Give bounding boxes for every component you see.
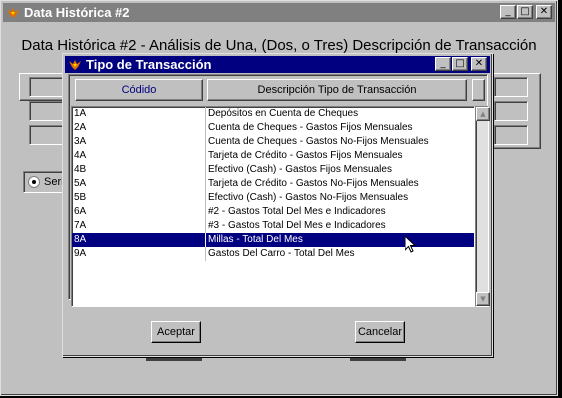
row-code: 7A xyxy=(72,219,206,233)
list-row[interactable]: 5B Efectivo (Cash) - Gastos No-Fijos Mens… xyxy=(72,191,474,205)
list-row[interactable]: 1A Depósitos en Cuenta de Cheques xyxy=(72,107,474,121)
list-row[interactable]: 4A Tarjeta de Crédito - Gastos Fijos Mens… xyxy=(72,149,474,163)
row-description: #3 - Gastos Total Del Mes e Indicadores xyxy=(208,220,386,231)
dialog-titlebar[interactable]: Tipo de Transacción _ □ ✕ xyxy=(65,56,490,73)
maximize-icon: □ xyxy=(520,6,530,17)
row-code: 9A xyxy=(72,247,206,261)
scroll-up-button[interactable]: ▲ xyxy=(476,107,490,121)
column-header-description[interactable]: Descripción Tipo de Transacción xyxy=(207,79,467,101)
background-button-edge xyxy=(146,357,202,361)
row-code: 2A xyxy=(72,121,206,135)
triangle-up-icon: ▲ xyxy=(480,110,486,118)
dialog-close-button[interactable]: ✕ xyxy=(471,57,487,71)
column-header-code[interactable]: Códido xyxy=(75,79,203,101)
bird-logo-icon xyxy=(69,59,81,70)
row-code: 5B xyxy=(72,191,206,205)
minimize-icon: _ xyxy=(505,6,511,17)
row-description: Gastos Del Carro - Total Del Mes xyxy=(208,248,355,259)
bird-logo-icon xyxy=(7,7,19,18)
background-button-edge xyxy=(350,357,406,361)
list-row[interactable]: 3A Cuenta de Cheques - Gastos No-Fijos Me… xyxy=(72,135,474,149)
background-field[interactable] xyxy=(494,101,528,121)
dialog-minimize-button[interactable]: _ xyxy=(435,57,451,71)
row-description: Millas - Total Del Mes xyxy=(208,234,303,245)
row-description: Depósitos en Cuenta de Cheques xyxy=(208,108,359,119)
list-row[interactable]: 6A #2 - Gastos Total Del Mes e Indicadore… xyxy=(72,205,474,219)
row-code: 1A xyxy=(72,107,206,121)
close-icon: ✕ xyxy=(474,58,484,69)
minimize-button[interactable]: _ xyxy=(500,5,516,19)
scroll-down-button[interactable]: ▼ xyxy=(476,292,490,306)
minimize-icon: _ xyxy=(440,58,446,69)
row-description: Tarjeta de Crédito - Gastos No-Fijos Men… xyxy=(208,178,419,189)
column-header-code-label: Códido xyxy=(121,84,157,96)
series-radio-button[interactable] xyxy=(28,176,40,188)
cancel-button[interactable]: Cancelar xyxy=(355,321,405,343)
row-description: Tarjeta de Crédito - Gastos Fijos Mensua… xyxy=(208,150,403,161)
row-description: #2 - Gastos Total Del Mes e Indicadores xyxy=(208,206,386,217)
row-description: Efectivo (Cash) - Gastos Fijos Mensuales xyxy=(208,164,392,175)
column-header-extra[interactable] xyxy=(472,79,485,101)
dialog-maximize-button[interactable]: □ xyxy=(452,57,468,71)
accept-button[interactable]: Aceptar xyxy=(151,321,201,343)
vertical-scrollbar[interactable]: ▲ ▼ xyxy=(475,106,490,307)
list-panel: Códido Descripción Tipo de Transacción 1… xyxy=(68,74,490,307)
row-code: 3A xyxy=(72,135,206,149)
maximize-icon: □ xyxy=(455,58,465,69)
arrow-cursor-icon xyxy=(405,236,417,253)
triangle-down-icon: ▼ xyxy=(480,295,486,303)
main-titlebar[interactable]: Data Histórica #2 _ □ ✕ xyxy=(3,3,555,22)
row-code: 4B xyxy=(72,163,206,177)
transaction-type-dialog: Tipo de Transacción _ □ ✕ Códido Descrip… xyxy=(62,53,493,357)
row-description: Cuenta de Cheques - Gastos No-Fijos Mens… xyxy=(208,136,429,147)
list-row[interactable]: 2A Cuenta de Cheques - Gastos Fijos Mensu… xyxy=(72,121,474,135)
dialog-title: Tipo de Transacción xyxy=(86,57,212,72)
row-description: Efectivo (Cash) - Gastos No-Fijos Mensua… xyxy=(208,192,409,203)
maximize-button[interactable]: □ xyxy=(517,5,533,19)
row-code: 8A xyxy=(72,233,206,247)
transaction-type-list[interactable]: 1A Depósitos en Cuenta de Cheques 2A Cuenta… xyxy=(71,106,475,307)
column-header-description-label: Descripción Tipo de Transacción xyxy=(257,84,417,96)
cancel-button-label: Cancelar xyxy=(357,326,403,338)
close-button[interactable]: ✕ xyxy=(536,5,552,19)
close-icon: ✕ xyxy=(539,6,549,17)
accept-button-label: Aceptar xyxy=(157,326,195,338)
row-code: 6A xyxy=(72,205,206,219)
list-row[interactable]: 5A Tarjeta de Crédito - Gastos No-Fijos M… xyxy=(72,177,474,191)
page-heading: Data Histórica #2 - Análisis de Una, (Do… xyxy=(21,37,537,54)
list-row[interactable]: 4B Efectivo (Cash) - Gastos Fijos Mensual… xyxy=(72,163,474,177)
row-code: 4A xyxy=(72,149,206,163)
background-field[interactable] xyxy=(494,125,528,145)
main-window-title: Data Histórica #2 xyxy=(24,5,130,20)
row-code: 5A xyxy=(72,177,206,191)
row-description: Cuenta de Cheques - Gastos Fijos Mensual… xyxy=(208,122,413,133)
list-row[interactable]: 7A #3 - Gastos Total Del Mes e Indicadore… xyxy=(72,219,474,233)
background-field[interactable] xyxy=(494,77,528,97)
